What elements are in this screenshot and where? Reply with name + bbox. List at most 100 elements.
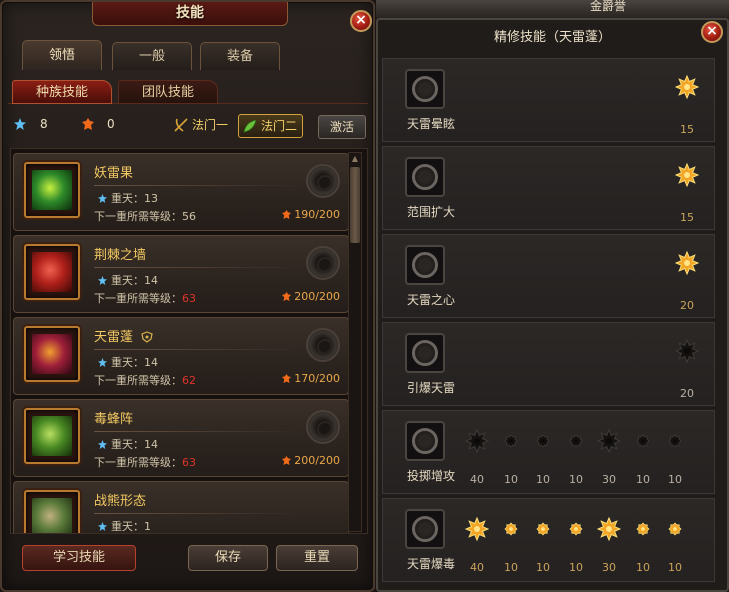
blue-star-icon (98, 440, 107, 449)
star-lit-icon[interactable] (596, 516, 622, 542)
star-lit-icon[interactable] (674, 162, 700, 188)
refine-star-value: 10 (536, 473, 550, 486)
save-button[interactable]: 保存 (188, 545, 268, 571)
skill-requirement: 下一重所需等级：63 (94, 292, 196, 305)
refine-name: 范围扩大 (406, 205, 455, 219)
points-row: 8 0 法门一 法门二 激活 (12, 114, 372, 139)
skill-card[interactable]: 天雷蓬 重天：14 下一重所需等级：62 170/200 (13, 317, 349, 395)
skill-requirement: 下一重所需等级：56 (94, 210, 196, 223)
blue-star-icon (98, 522, 107, 531)
refine-star-value: 40 (470, 473, 484, 486)
refine-row[interactable]: 投掷增攻 40 10 10 10 30 10 10 (382, 410, 715, 494)
tab-comprehend[interactable]: 领悟 (22, 40, 102, 70)
refine-gear-icon (405, 245, 445, 285)
star-lit-icon[interactable] (567, 520, 585, 538)
skill-name: 天雷蓬 (94, 326, 153, 345)
refine-row[interactable]: 天雷晕眩 15 (382, 58, 715, 142)
refine-star-value: 10 (504, 473, 518, 486)
star-lit-icon[interactable] (674, 250, 700, 276)
main-tabs: 领悟 一般 装备 (22, 40, 280, 70)
bow-icon (174, 118, 188, 132)
skill-level: 重天：1 (98, 518, 151, 533)
refine-gear-icon (405, 509, 445, 549)
skill-name: 妖雷果 (94, 166, 134, 181)
required-level: 63 (182, 456, 196, 469)
required-level: 63 (182, 292, 196, 305)
skill-slot[interactable] (306, 328, 340, 362)
star-lit-icon[interactable] (534, 520, 552, 538)
star-dim-icon[interactable] (534, 432, 552, 450)
tab-equipment[interactable]: 装备 (200, 42, 280, 70)
close-icon[interactable]: × (350, 10, 372, 32)
star-dim-icon[interactable] (634, 432, 652, 450)
skill-name: 荆棘之墙 (94, 248, 147, 263)
close-icon[interactable]: × (701, 21, 723, 43)
tab-general[interactable]: 一般 (112, 42, 192, 70)
star-lit-icon[interactable] (502, 520, 520, 538)
fire-point-icon (82, 118, 94, 130)
subtab-race-skills[interactable]: 种族技能 (12, 80, 112, 104)
skill-level: 重天：14 (98, 272, 158, 288)
refine-star-value: 30 (602, 561, 616, 574)
star-lit-icon[interactable] (464, 516, 490, 542)
skill-card[interactable]: 荆棘之墙 重天：14 下一重所需等级：63 200/200 (13, 235, 349, 313)
school-two-button[interactable]: 法门二 (238, 114, 304, 138)
fire-point-icon (282, 456, 292, 465)
refine-star-value: 20 (680, 299, 694, 312)
star-dim-icon[interactable] (464, 428, 490, 454)
star-lit-icon[interactable] (666, 520, 684, 538)
skill-list-scrollbar[interactable]: ▲ (348, 152, 362, 532)
skill-name: 战熊形态 (94, 494, 147, 509)
refine-row[interactable]: 天雷爆毒 40 10 10 10 30 10 10 (382, 498, 715, 582)
refine-star-value: 10 (536, 561, 550, 574)
skill-list: 妖雷果 重天：13 下一重所需等级：56 190/200 荆棘之墙 重天：14 (10, 148, 368, 534)
scroll-up-icon[interactable]: ▲ (350, 154, 360, 164)
star-dim-icon[interactable] (502, 432, 520, 450)
skill-slot[interactable] (306, 246, 340, 280)
skill-card[interactable]: 毒蜂阵 重天：14 下一重所需等级：63 200/200 (13, 399, 349, 477)
skill-card[interactable]: 妖雷果 重天：13 下一重所需等级：56 190/200 (13, 153, 349, 231)
refine-row[interactable]: 范围扩大 15 (382, 146, 715, 230)
refine-star-value: 10 (504, 561, 518, 574)
reset-button[interactable]: 重置 (276, 545, 358, 571)
blue-star-icon (14, 118, 26, 130)
subtabs: 种族技能 团队技能 (8, 78, 368, 104)
learn-skill-button[interactable]: 学习技能 (22, 545, 136, 571)
refine-row[interactable]: 引爆天雷 20 (382, 322, 715, 406)
skill-icon-jingjizhiqiang (24, 244, 80, 300)
skill-level: 重天：13 (98, 190, 158, 206)
school-two-label: 法门二 (261, 119, 298, 133)
blue-star-icon (98, 358, 107, 367)
refine-row[interactable]: 天雷之心 20 (382, 234, 715, 318)
scroll-thumb[interactable] (350, 167, 360, 243)
skill-card[interactable]: 战熊形态 重天：1 (13, 481, 349, 533)
refine-star-value: 20 (680, 387, 694, 400)
skill-icon-tianleipeng (24, 326, 80, 382)
refine-star-value: 15 (680, 211, 694, 224)
skill-icon-zhanxiongxingtai (24, 490, 80, 533)
star-lit-icon[interactable] (634, 520, 652, 538)
school-one-button[interactable]: 法门一 (170, 114, 233, 138)
star-lit-icon[interactable] (674, 74, 700, 100)
skill-exp: 200/200 (282, 454, 340, 467)
activate-button[interactable]: 激活 (318, 115, 366, 139)
blue-star-icon (98, 194, 107, 203)
refine-name: 引爆天雷 (406, 381, 455, 395)
skill-window: 技能 领悟 一般 装备 种族技能 团队技能 8 0 法门一 法门二 激活 妖雷果… (0, 0, 375, 592)
subtab-team-skills[interactable]: 团队技能 (118, 80, 218, 104)
skill-slot[interactable] (306, 164, 340, 198)
refine-star-value: 10 (569, 473, 583, 486)
skill-name: 毒蜂阵 (94, 412, 134, 427)
star-dim-icon[interactable] (674, 338, 700, 364)
fire-point-icon (282, 292, 292, 301)
refine-gear-icon (405, 333, 445, 373)
star-dim-icon[interactable] (567, 432, 585, 450)
school-one-label: 法门一 (192, 118, 229, 132)
refine-star-value: 10 (668, 561, 682, 574)
star-dim-icon[interactable] (666, 432, 684, 450)
skill-icon-dufengzhen (24, 408, 80, 464)
star-dim-icon[interactable] (596, 428, 622, 454)
refine-star-value: 30 (602, 473, 616, 486)
skill-slot[interactable] (306, 410, 340, 444)
refine-title: 精修技能（天雷蓬） (493, 30, 611, 45)
